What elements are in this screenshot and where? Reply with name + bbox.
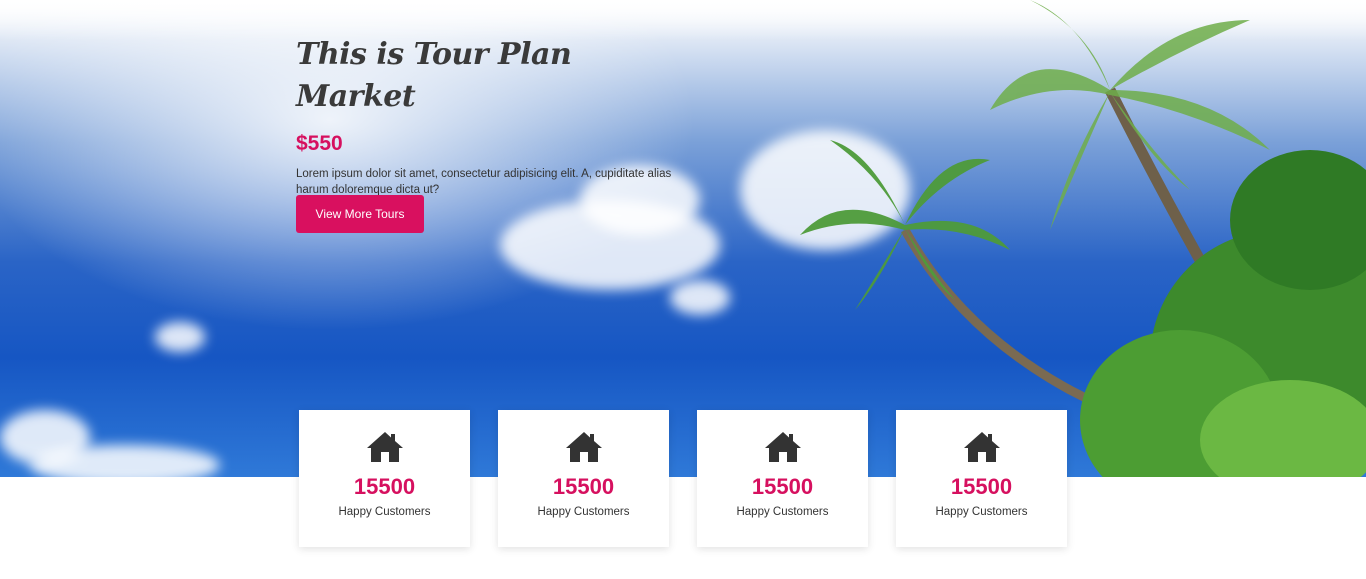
- hero-price: $550: [296, 132, 343, 155]
- hero-banner: This is Tour Plan Market $550 Lorem ipsu…: [0, 0, 1366, 477]
- home-icon: [764, 432, 801, 462]
- stat-label: Happy Customers: [537, 506, 630, 518]
- stat-card: 15500 Happy Customers: [299, 410, 470, 547]
- stat-label: Happy Customers: [935, 506, 1028, 518]
- stat-card: 15500 Happy Customers: [697, 410, 868, 547]
- hero-content: This is Tour Plan Market $550 Lorem ipsu…: [296, 34, 676, 233]
- home-icon: [963, 432, 1000, 462]
- hero-title: This is Tour Plan Market: [296, 37, 572, 114]
- stat-value: 15500: [353, 474, 416, 499]
- stat-label: Happy Customers: [736, 506, 829, 518]
- home-icon: [565, 432, 602, 462]
- stat-value: 15500: [751, 474, 814, 499]
- view-more-tours-button[interactable]: View More Tours: [296, 195, 424, 233]
- hero-description: Lorem ipsum dolor sit amet, consectetur …: [296, 168, 672, 196]
- stat-value: 15500: [950, 474, 1013, 499]
- stat-card: 15500 Happy Customers: [896, 410, 1067, 547]
- home-icon: [366, 432, 403, 462]
- stat-value: 15500: [552, 474, 615, 499]
- stat-card: 15500 Happy Customers: [498, 410, 669, 547]
- stat-label: Happy Customers: [338, 506, 431, 518]
